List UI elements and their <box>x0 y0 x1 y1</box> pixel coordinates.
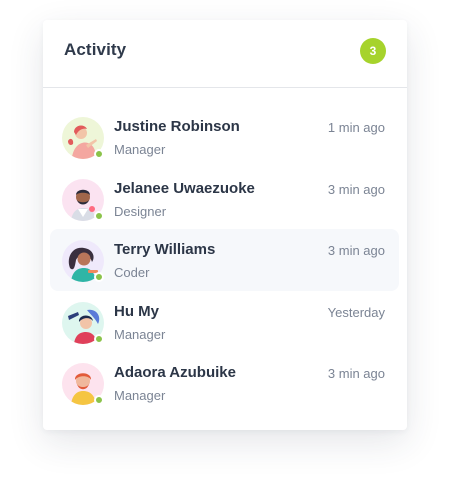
user-role: Manager <box>114 142 166 157</box>
user-name: Jelanee Uwaezuoke <box>114 179 255 197</box>
user-name: Justine Robinson <box>114 118 240 135</box>
activity-list: Justine Robinson Manager 1 min ago Jelan… <box>50 106 399 414</box>
user-role: Designer <box>114 203 167 219</box>
avatar[interactable] <box>62 301 104 344</box>
user-name: Adaora Azubuike <box>114 364 236 381</box>
activity-time: 3 min ago <box>327 181 385 197</box>
online-status-dot <box>94 333 104 344</box>
user-role: Manager <box>114 326 166 342</box>
activity-item[interactable]: Adaora Azubuike Manager 3 min ago <box>50 352 399 414</box>
user-name: Hu My <box>114 302 159 320</box>
user-role: Manager <box>114 388 166 403</box>
notification-count-badge[interactable]: 3 <box>360 38 386 64</box>
activity-item[interactable]: Terry Williams Coder 3 min ago <box>50 229 399 291</box>
online-status-dot <box>94 272 104 282</box>
avatar[interactable] <box>62 240 104 282</box>
user-name: Terry Williams <box>114 241 216 258</box>
activity-item[interactable]: Jelanee Uwaezuoke Designer 3 min ago <box>50 168 399 230</box>
activity-item[interactable]: Hu My Manager Yesterday <box>50 291 399 353</box>
activity-time: 3 min ago <box>327 243 385 258</box>
online-status-dot <box>94 210 104 221</box>
avatar[interactable] <box>62 363 104 405</box>
activity-item[interactable]: Justine Robinson Manager 1 min ago <box>50 106 399 168</box>
online-status-dot <box>94 395 104 405</box>
avatar[interactable] <box>62 178 104 221</box>
online-status-dot <box>94 149 104 159</box>
activity-card: Activity 3 Justine Robinson Manager 1 mi… <box>43 20 407 430</box>
card-header: Activity 3 <box>43 20 407 88</box>
avatar[interactable] <box>62 117 104 159</box>
user-role: Coder <box>114 265 150 280</box>
card-title: Activity <box>64 40 127 59</box>
activity-time: 3 min ago <box>327 366 385 381</box>
activity-time: Yesterday <box>327 304 385 320</box>
activity-time: 1 min ago <box>327 120 385 135</box>
